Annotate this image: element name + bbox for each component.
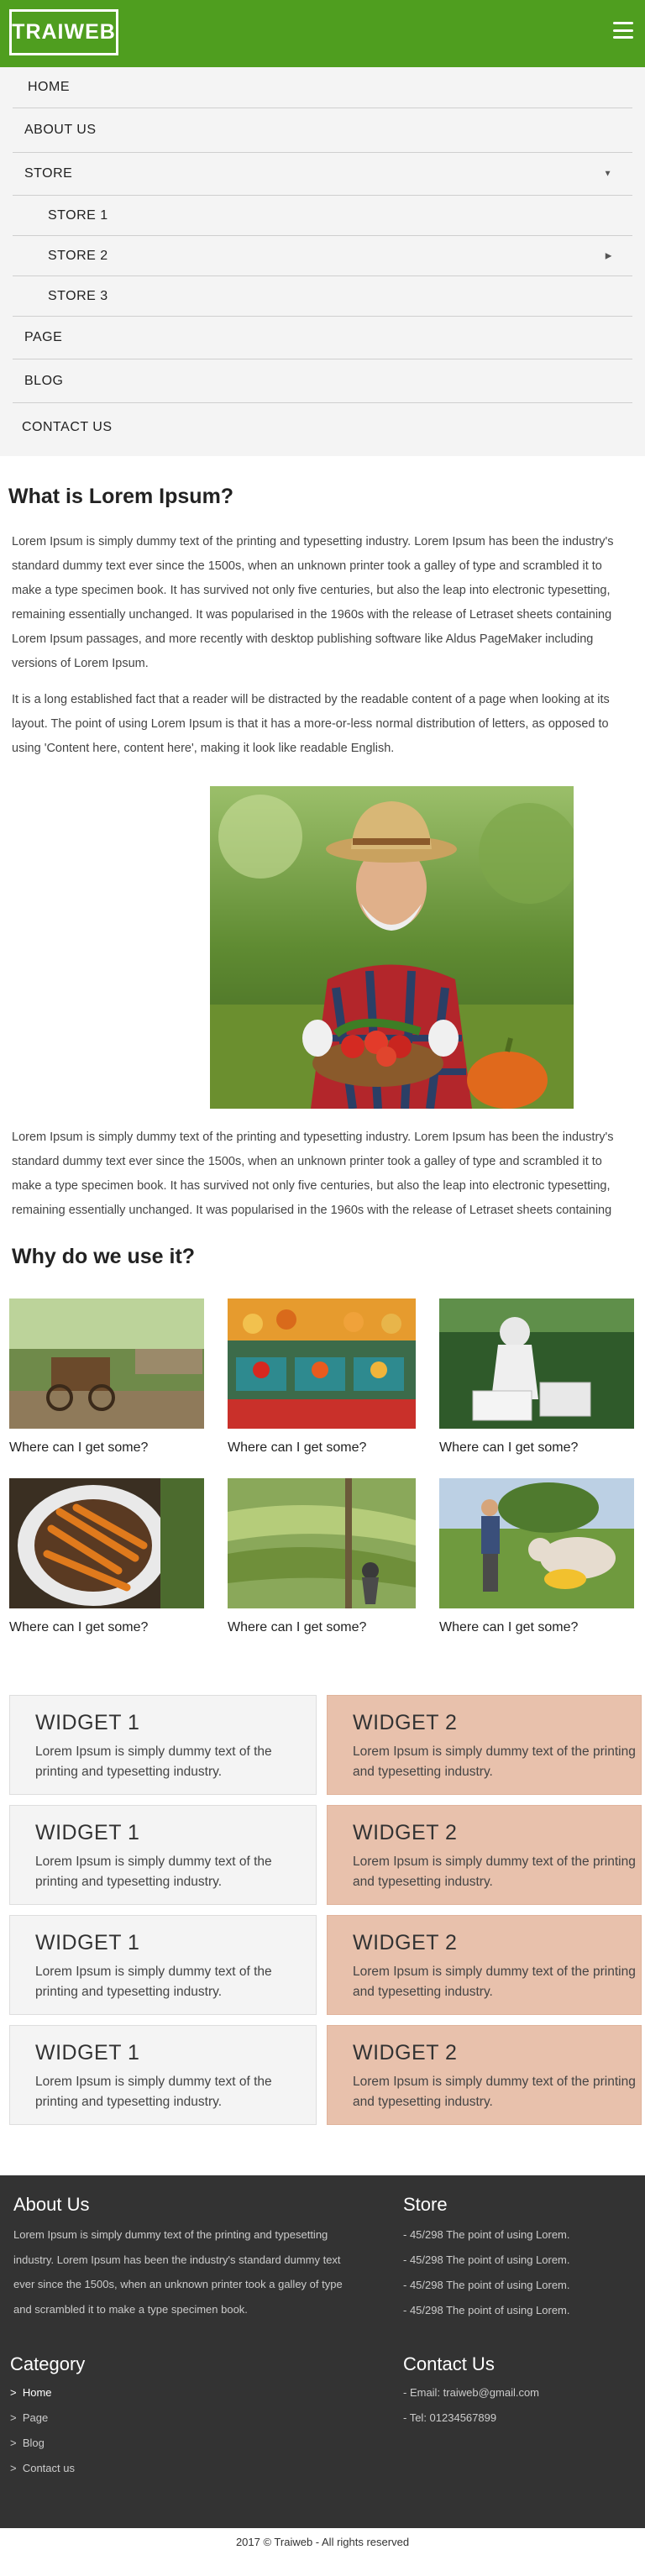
- widget-title: WIDGET 2: [353, 1711, 458, 1734]
- menu-item-about[interactable]: ABOUT US: [13, 108, 632, 153]
- widget-text: Lorem Ipsum is simply dummy text of the …: [35, 2075, 272, 2109]
- menu-label: STORE 2: [48, 248, 108, 263]
- menu-label: HOME: [28, 80, 70, 94]
- menu-item-blog[interactable]: BLOG: [13, 359, 632, 403]
- card-caption: Where can I get some?: [439, 1440, 579, 1455]
- footer-store: Store - 45/298 The point of using Lorem.…: [403, 2194, 630, 2323]
- menu-label: BLOG: [24, 373, 64, 388]
- card-caption: Where can I get some?: [9, 1440, 149, 1455]
- section-title: Why do we use it?: [12, 1245, 196, 1268]
- widget-title: WIDGET 2: [353, 2041, 458, 2064]
- widget-text: Lorem Ipsum is simply dummy text of the …: [35, 1965, 272, 1999]
- menu-item-store[interactable]: STORE ▼: [13, 153, 632, 196]
- footer-store-item: - 45/298 The point of using Lorem.: [403, 2253, 570, 2266]
- card-image-cart: [9, 1298, 204, 1429]
- menu-label: ABOUT US: [24, 123, 97, 137]
- image-card[interactable]: Where can I get some?: [439, 1478, 634, 1658]
- article-paragraph: Lorem Ipsum is simply dummy text of the …: [12, 1131, 614, 1217]
- widget-text: Lorem Ipsum is simply dummy text of the …: [353, 1965, 636, 1999]
- footer-heading: Store: [403, 2194, 448, 2215]
- site-header: TRAIWEB: [0, 0, 645, 67]
- footer-category: Category > Home > Page > Blog > Contact …: [10, 2353, 262, 2481]
- footer-heading: Category: [10, 2353, 86, 2374]
- footer-store-item: - 45/298 The point of using Lorem.: [403, 2228, 570, 2241]
- main-content: What is Lorem Ipsum? Lorem Ipsum is simp…: [0, 485, 645, 2125]
- footer-about-text: Lorem Ipsum is simply dummy text of the …: [13, 2228, 343, 2316]
- menu-item-page[interactable]: PAGE: [13, 317, 632, 359]
- image-card[interactable]: Where can I get some?: [228, 1298, 416, 1478]
- menu-item-store-2[interactable]: STORE 2 ▶: [13, 236, 632, 276]
- footer-category-list: > Home > Page > Blog > Contact us: [10, 2380, 262, 2481]
- menu-item-contact[interactable]: CONTACT US: [13, 403, 632, 452]
- menu-item-store-3[interactable]: STORE 3: [13, 276, 632, 317]
- footer-link-home[interactable]: > Home: [10, 2380, 262, 2405]
- widget-title: WIDGET 2: [353, 1821, 458, 1844]
- footer-contact-list: - Email: traiweb@gmail.com - Tel: 012345…: [403, 2380, 630, 2431]
- menu-label: STORE: [24, 166, 73, 181]
- card-image-carrots: [9, 1478, 204, 1608]
- footer-about: About Us Lorem Ipsum is simply dummy tex…: [13, 2194, 358, 2322]
- footer-contact: Contact Us - Email: traiweb@gmail.com - …: [403, 2353, 630, 2431]
- widget-text: Lorem Ipsum is simply dummy text of the …: [353, 1744, 636, 1779]
- menu-item-store-1[interactable]: STORE 1: [13, 196, 632, 236]
- widget-text: Lorem Ipsum is simply dummy text of the …: [353, 2075, 636, 2109]
- card-image-rice-field: [228, 1478, 416, 1608]
- widget-text: Lorem Ipsum is simply dummy text of the …: [353, 1855, 636, 1889]
- widget-2: WIDGET 2 Lorem Ipsum is simply dummy text…: [327, 1915, 642, 2015]
- footer-tel: - Tel: 01234567899: [403, 2411, 497, 2424]
- widget-1: WIDGET 1 Lorem Ipsum is simply dummy text…: [9, 2025, 317, 2125]
- caret-down-icon[interactable]: ▼: [604, 170, 612, 179]
- widget-1: WIDGET 1 Lorem Ipsum is simply dummy text…: [9, 1695, 317, 1795]
- image-card[interactable]: Where can I get some?: [9, 1298, 204, 1478]
- main-menu: HOME ABOUT US STORE ▼ STORE 1 STORE 2 ▶ ST…: [0, 67, 645, 456]
- footer-link-blog[interactable]: > Blog: [10, 2431, 262, 2456]
- menu-label: PAGE: [24, 330, 63, 344]
- widget-text: Lorem Ipsum is simply dummy text of the …: [35, 1744, 272, 1779]
- hamburger-menu-icon[interactable]: [613, 22, 633, 39]
- image-card[interactable]: Where can I get some?: [228, 1478, 416, 1658]
- footer-heading: About Us: [13, 2194, 90, 2215]
- card-image-beekeeper: [439, 1298, 634, 1429]
- article-paragraph: It is a long established fact that a rea…: [12, 693, 610, 755]
- widget-2: WIDGET 2 Lorem Ipsum is simply dummy text…: [327, 1805, 642, 1905]
- copyright: 2017 © Traiweb - All rights reserved: [0, 2528, 645, 2576]
- widget-title: WIDGET 1: [35, 2041, 140, 2064]
- widget-1: WIDGET 1 Lorem Ipsum is simply dummy text…: [9, 1805, 317, 1905]
- widget-title: WIDGET 1: [35, 1931, 140, 1954]
- footer-store-item: - 45/298 The point of using Lorem.: [403, 2304, 570, 2316]
- article-title: What is Lorem Ipsum?: [8, 485, 234, 508]
- footer-link-contact[interactable]: > Contact us: [10, 2456, 262, 2481]
- widget-grid: WIDGET 1 Lorem Ipsum is simply dummy text…: [9, 1695, 642, 2125]
- widget-title: WIDGET 1: [35, 1821, 140, 1844]
- footer-email[interactable]: - Email: traiweb@gmail.com: [403, 2380, 630, 2405]
- menu-label: CONTACT US: [22, 420, 113, 434]
- menu-item-home[interactable]: HOME: [13, 67, 632, 108]
- footer-store-list: - 45/298 The point of using Lorem. - 45/…: [403, 2222, 630, 2323]
- caret-right-icon[interactable]: ▶: [606, 251, 612, 260]
- card-caption: Where can I get some?: [439, 1620, 579, 1634]
- widget-title: WIDGET 1: [35, 1711, 140, 1734]
- footer-store-item: - 45/298 The point of using Lorem.: [403, 2279, 570, 2291]
- farmer-image: [210, 786, 579, 1110]
- card-caption: Where can I get some?: [9, 1620, 149, 1634]
- menu-label: STORE 3: [48, 288, 108, 303]
- widget-title: WIDGET 2: [353, 1931, 458, 1954]
- widget-2: WIDGET 2 Lorem Ipsum is simply dummy text…: [327, 2025, 642, 2125]
- card-caption: Where can I get some?: [228, 1620, 367, 1634]
- widget-2: WIDGET 2 Lorem Ipsum is simply dummy text…: [327, 1695, 642, 1795]
- image-card[interactable]: Where can I get some?: [9, 1478, 204, 1658]
- site-footer: About Us Lorem Ipsum is simply dummy tex…: [0, 2175, 645, 2528]
- logo[interactable]: TRAIWEB: [9, 9, 118, 55]
- widget-1: WIDGET 1 Lorem Ipsum is simply dummy text…: [9, 1915, 317, 2015]
- card-image-market: [228, 1298, 416, 1429]
- image-grid: Where can I get some? Where can I get so…: [9, 1298, 634, 1658]
- footer-heading: Contact Us: [403, 2353, 495, 2374]
- card-image-farmer-cows: [439, 1478, 634, 1608]
- footer-link-page[interactable]: > Page: [10, 2405, 262, 2431]
- menu-label: STORE 1: [48, 207, 108, 223]
- image-card[interactable]: Where can I get some?: [439, 1298, 634, 1478]
- card-caption: Where can I get some?: [228, 1440, 367, 1455]
- widget-text: Lorem Ipsum is simply dummy text of the …: [35, 1855, 272, 1889]
- article-paragraph: Lorem Ipsum is simply dummy text of the …: [12, 535, 614, 670]
